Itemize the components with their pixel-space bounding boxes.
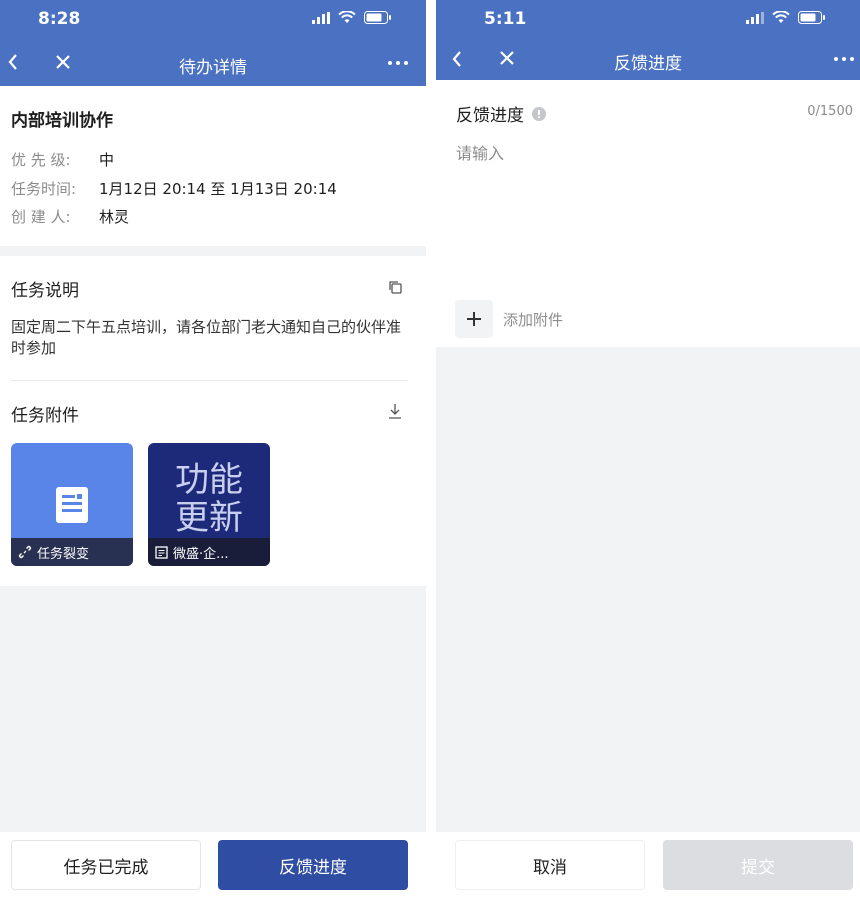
task-title: 内部培训协作 <box>11 111 113 131</box>
battery-icon <box>364 11 391 24</box>
status-bar: 8:28 <box>0 0 426 40</box>
task-done-button[interactable]: 任务已完成 <box>11 840 201 890</box>
add-attachment-row[interactable]: 添加附件 <box>455 300 563 338</box>
task-time-label: 任务时间: <box>11 180 77 198</box>
bottom-action-bar: 取消 提交 <box>436 832 860 910</box>
description-title: 任务说明 <box>11 281 79 301</box>
char-counter: 0/1500 <box>807 104 853 119</box>
close-icon[interactable] <box>498 49 516 67</box>
nav-bar: 待办详情 <box>0 40 426 86</box>
cancel-button[interactable]: 取消 <box>455 840 645 890</box>
add-attachment-button[interactable] <box>455 300 493 338</box>
wifi-icon <box>338 11 356 23</box>
bottom-action-bar: 任务已完成 反馈进度 <box>0 832 426 910</box>
feedback-label: 反馈进度 <box>456 106 524 126</box>
status-time: 5:11 <box>484 9 527 29</box>
section-divider <box>11 380 408 381</box>
screenshot-canvas: 8:28 待办详情 内部培训协作 优 先 级: 中 任务时间: 1月12日 20:1… <box>0 0 860 910</box>
task-time-row: 任务时间: 1月12日 20:14 至 1月13日 20:14 <box>11 178 337 199</box>
signal-icon <box>746 11 764 24</box>
copy-icon[interactable] <box>388 280 402 294</box>
creator-value: 林灵 <box>99 208 130 226</box>
attachment-caption: 任务裂变 <box>11 538 133 566</box>
battery-icon <box>798 11 825 24</box>
attachment-caption: 微盛·企... <box>148 538 270 566</box>
task-time-value: 1月12日 20:14 至 1月13日 20:14 <box>99 180 337 198</box>
attachment-card[interactable]: 任务裂变 <box>11 443 133 566</box>
signal-icon <box>312 11 330 24</box>
document-icon <box>56 487 88 523</box>
task-info-card: 内部培训协作 优 先 级: 中 任务时间: 1月12日 20:14 至 1月13日 … <box>0 86 426 246</box>
submit-button[interactable]: 提交 <box>663 840 853 890</box>
attachment-name: 微盛·企... <box>173 546 229 562</box>
article-icon <box>155 545 168 559</box>
status-icons <box>304 11 392 24</box>
wifi-icon <box>772 11 790 23</box>
attachment-cover-text: 功能更新 <box>175 460 243 538</box>
priority-row: 优 先 级: 中 <box>11 149 114 170</box>
more-menu-icon[interactable] <box>388 61 408 65</box>
back-icon[interactable] <box>450 49 464 69</box>
status-time: 8:28 <box>38 9 81 29</box>
close-icon[interactable] <box>54 53 72 71</box>
info-icon[interactable] <box>532 106 546 121</box>
creator-label: 创 建 人: <box>11 208 71 226</box>
feedback-form-card: 反馈进度 0/1500 添加附件 <box>436 80 860 347</box>
task-detail-screen: 8:28 待办详情 内部培训协作 优 先 级: 中 任务时间: 1月12日 20:1… <box>0 0 426 910</box>
task-description-card: 任务说明 固定周二下午五点培训，请各位部门老大通知自己的伙伴准时参加 任务附件 … <box>0 256 426 586</box>
plus-icon <box>467 312 481 326</box>
priority-label: 优 先 级: <box>11 151 71 169</box>
attachment-card[interactable]: 功能更新 微盛·企... <box>148 443 270 566</box>
description-text: 固定周二下午五点培训，请各位部门老大通知自己的伙伴准时参加 <box>11 318 402 357</box>
feedback-textarea[interactable] <box>456 140 840 290</box>
back-icon[interactable] <box>6 52 20 72</box>
nav-bar: 反馈进度 <box>436 40 860 80</box>
feedback-screen: 5:11 反馈进度 反馈进度 0/1500 添 <box>436 0 860 910</box>
attachment-name: 任务裂变 <box>37 546 90 562</box>
feedback-progress-button[interactable]: 反馈进度 <box>218 840 408 890</box>
feedback-label-row: 反馈进度 <box>456 101 546 126</box>
status-icons <box>746 11 826 24</box>
attachments-title: 任务附件 <box>11 406 79 426</box>
link-icon <box>18 545 32 559</box>
status-bar: 5:11 <box>436 0 860 40</box>
creator-row: 创 建 人: 林灵 <box>11 206 129 227</box>
priority-value: 中 <box>99 151 115 169</box>
more-menu-icon[interactable] <box>834 57 854 61</box>
download-icon[interactable] <box>388 403 402 419</box>
add-attachment-label: 添加附件 <box>503 310 564 329</box>
